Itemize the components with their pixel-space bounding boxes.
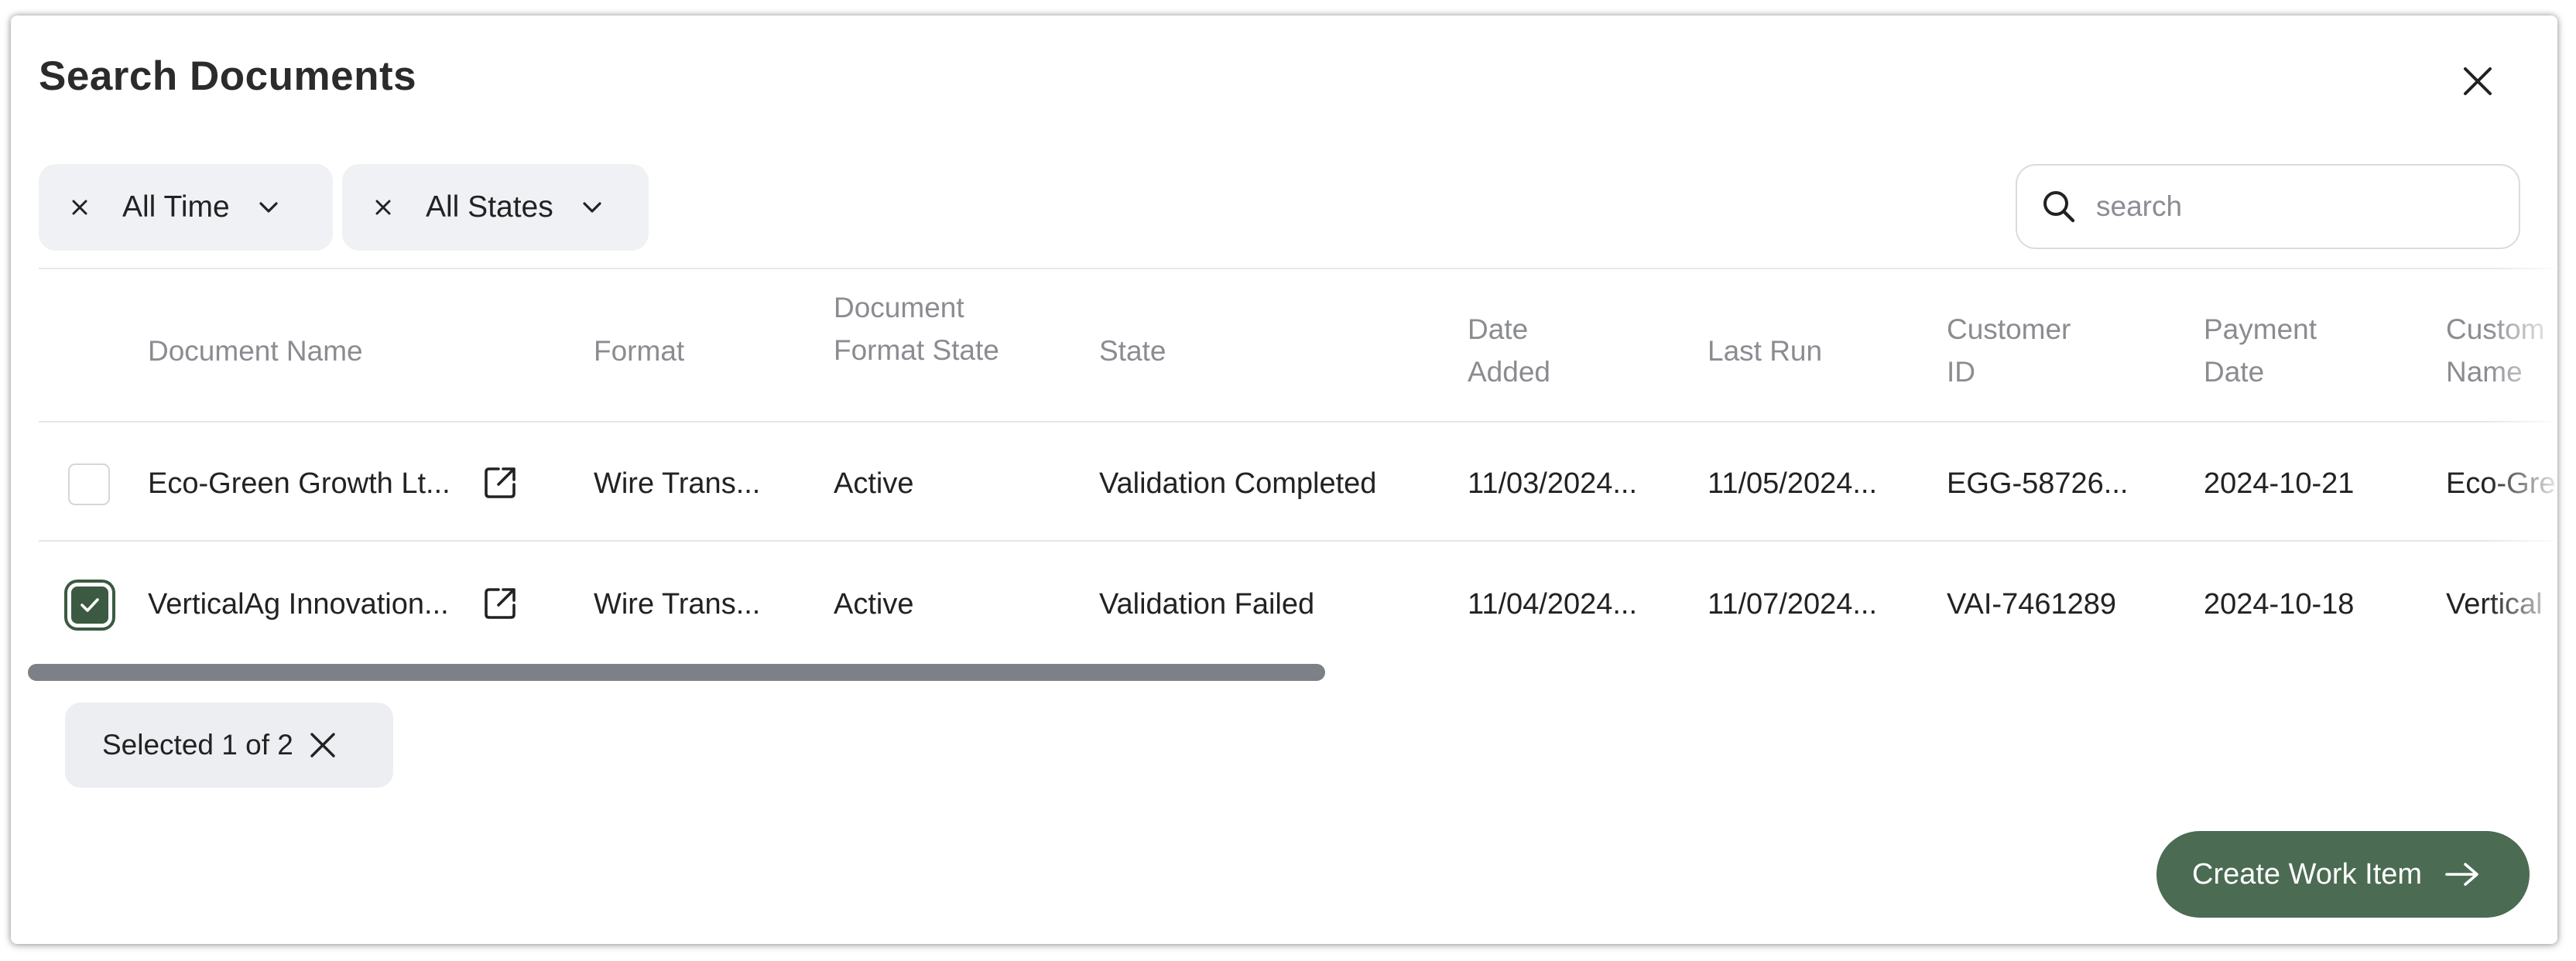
selection-summary-chip: Selected 1 of 2: [65, 703, 393, 788]
date-added-cell: 11/04/2024...: [1468, 588, 1638, 621]
search-box[interactable]: [2016, 164, 2520, 249]
date-added-cell: 11/03/2024...: [1468, 467, 1638, 500]
column-header-document-name[interactable]: Document Name: [148, 330, 363, 372]
open-external-button[interactable]: [480, 463, 520, 503]
customer-id-cell: EGG-58726...: [1947, 467, 2129, 500]
payment-date-cell: 2024-10-21: [2204, 467, 2355, 500]
table-top-divider: [39, 268, 2557, 269]
column-header-customer-id[interactable]: Customer ID: [1947, 308, 2102, 393]
column-header-state[interactable]: State: [1099, 330, 1166, 372]
checkmark-icon: [80, 598, 99, 612]
column-header-format[interactable]: Format: [594, 330, 684, 372]
column-header-last-run[interactable]: Last Run: [1708, 330, 1822, 372]
row-divider: [39, 540, 2557, 542]
chevron-down-icon: [258, 197, 279, 218]
last-run-cell: 11/05/2024...: [1708, 467, 1878, 500]
close-icon: [2464, 67, 2492, 95]
horizontal-scrollbar[interactable]: [28, 664, 1325, 681]
row-checkbox-checked[interactable]: [71, 587, 108, 624]
format-cell: Wire Trans...: [594, 467, 761, 500]
chevron-down-icon: [581, 197, 603, 218]
filter-chip-states[interactable]: All States: [342, 164, 649, 251]
format-cell: Wire Trans...: [594, 588, 761, 621]
dialog-title: Search Documents: [39, 53, 417, 99]
documents-table: Document Name Format Document Format Sta…: [39, 268, 2557, 686]
state-cell: Validation Failed: [1099, 588, 1315, 621]
close-button[interactable]: [2451, 54, 2505, 108]
document-format-state-cell: Active: [834, 467, 914, 500]
filter-chip-label: All Time: [122, 190, 230, 224]
document-format-state-cell: Active: [834, 588, 914, 621]
clear-states-filter-button[interactable]: [372, 196, 395, 219]
customer-id-cell: VAI-7461289: [1947, 588, 2117, 621]
payment-date-cell: 2024-10-18: [2204, 588, 2355, 621]
arrow-right-icon: [2444, 859, 2481, 890]
document-name-cell: Eco-Green Growth Lt...: [148, 467, 450, 500]
column-header-document-format-state[interactable]: Document Format State: [834, 286, 1004, 371]
selection-summary-label: Selected 1 of 2: [102, 729, 293, 761]
close-icon: [375, 200, 391, 215]
clear-selection-button[interactable]: [306, 728, 340, 762]
external-link-icon: [485, 588, 516, 619]
search-documents-dialog: Search Documents All Time All States sea…: [11, 15, 2557, 944]
header-divider: [39, 421, 2557, 422]
table-right-fade: [2488, 268, 2557, 686]
search-icon: [2040, 188, 2078, 225]
filter-chip-time[interactable]: All Time: [39, 164, 333, 251]
clear-time-filter-button[interactable]: [68, 196, 91, 219]
column-header-date-added[interactable]: Date Added: [1468, 308, 1576, 393]
close-icon: [72, 200, 87, 215]
filter-chip-label: All States: [426, 190, 553, 224]
close-icon: [310, 733, 335, 758]
last-run-cell: 11/07/2024...: [1708, 588, 1878, 621]
external-link-icon: [485, 467, 516, 498]
create-work-item-button[interactable]: Create Work Item: [2156, 831, 2530, 918]
open-external-button[interactable]: [480, 583, 520, 624]
column-header-payment-date[interactable]: Payment Date: [2204, 308, 2343, 393]
row-checkbox[interactable]: [68, 463, 110, 505]
document-name-cell: VerticalAg Innovation...: [148, 588, 449, 621]
search-input[interactable]: [2095, 190, 2485, 224]
state-cell: Validation Completed: [1099, 467, 1377, 500]
create-work-item-label: Create Work Item: [2192, 857, 2423, 891]
